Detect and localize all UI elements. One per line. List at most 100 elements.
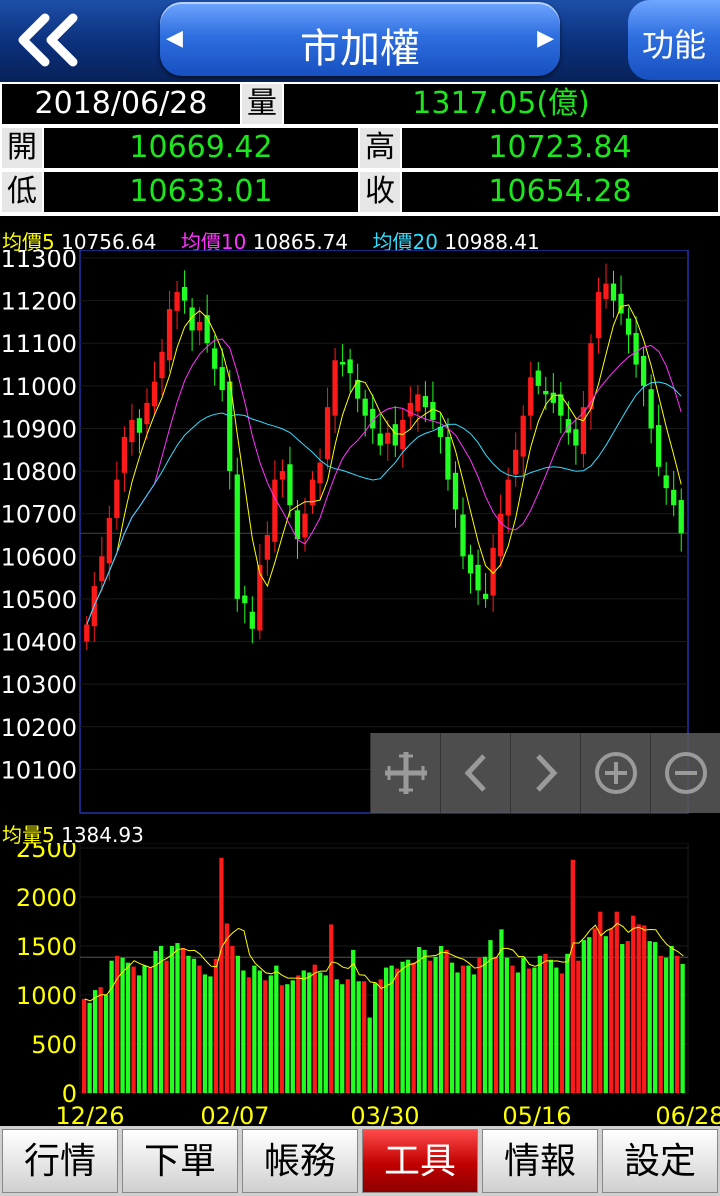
tab-news[interactable]: 情報	[482, 1129, 598, 1193]
volume-bar	[208, 976, 213, 1093]
volume-bar	[532, 967, 537, 1093]
chart-control-bar	[370, 733, 720, 813]
scroll-left-button[interactable]	[440, 733, 511, 813]
volume-bar	[455, 972, 460, 1093]
high-label: 高	[360, 128, 400, 168]
candle-body	[415, 394, 421, 412]
volume-bar	[559, 973, 564, 1093]
price-tick-label: 11300	[1, 250, 77, 273]
volume-bar	[570, 859, 575, 1093]
low-value: 10633.01	[44, 172, 358, 212]
candle-body	[640, 356, 647, 386]
volume-bar	[246, 977, 252, 1093]
candle-body	[656, 425, 662, 467]
volume-bar	[131, 966, 136, 1093]
tab-order[interactable]: 下單	[122, 1129, 238, 1193]
open-value: 10669.42	[44, 128, 358, 168]
chevron-left-icon	[464, 754, 486, 792]
candle-body	[159, 351, 165, 379]
tab-account[interactable]: 帳務	[242, 1129, 358, 1193]
scroll-right-button[interactable]	[510, 733, 581, 813]
back-button[interactable]	[0, 0, 92, 80]
volume-bar	[186, 955, 191, 1093]
candle-body	[257, 564, 263, 631]
crosshair-button[interactable]	[370, 733, 441, 813]
candle-body	[339, 361, 346, 365]
volume-tick-label: 2000	[16, 884, 77, 912]
volume-bar	[592, 928, 597, 1093]
volume-bar	[312, 964, 317, 1093]
candle-body	[475, 564, 481, 591]
price-tick-label: 10900	[1, 415, 77, 443]
tab-tools[interactable]: 工具	[362, 1129, 478, 1193]
volume-bar	[147, 967, 153, 1093]
volume-bar	[609, 928, 614, 1093]
tab-settings[interactable]: 設定	[602, 1129, 718, 1193]
volume-bar	[460, 965, 466, 1093]
volume-bar	[471, 974, 477, 1093]
volume-bar	[664, 957, 669, 1093]
function-button[interactable]: 功能	[628, 0, 720, 80]
candle-body	[422, 396, 429, 408]
candle-body	[678, 500, 684, 534]
volume-bar-chart[interactable]: 2500200015001000500012/26 02/07 03/30 05/16…	[0, 843, 720, 1126]
volume-bar	[466, 965, 471, 1093]
candle-body	[272, 479, 278, 542]
volume-bar	[98, 987, 103, 1093]
volume-bar	[449, 962, 455, 1093]
x-tick-label: 03/30	[350, 1102, 419, 1126]
volume-bar	[510, 965, 515, 1093]
volume-bar	[389, 965, 394, 1093]
volume-bar	[587, 937, 592, 1093]
tab-quotes[interactable]: 行情	[2, 1129, 118, 1193]
zoom-in-button[interactable]	[580, 733, 651, 813]
volume-bar	[438, 946, 444, 1093]
bottom-tab-bar: 行情 下單 帳務 工具 情報 設定	[0, 1126, 720, 1196]
close-label: 收	[360, 172, 400, 212]
price-tick-label: 10600	[1, 543, 77, 571]
volume-bar	[367, 1017, 372, 1093]
candle-body	[212, 348, 218, 369]
crosshair-icon	[385, 752, 427, 794]
volume-bar	[169, 946, 175, 1093]
candle-body	[332, 360, 338, 416]
volume-bar	[241, 970, 246, 1093]
candle-body	[407, 402, 413, 417]
open-label: 開	[2, 128, 42, 168]
volume-bar	[658, 955, 663, 1093]
price-candlestick-chart[interactable]: 11300 11200 11100 11000 10900 10800 10700 10600…	[0, 250, 720, 815]
volume-bar	[82, 998, 87, 1093]
volume-bar	[103, 995, 109, 1093]
volume-bar	[120, 957, 125, 1093]
title-selector[interactable]: ◀ 市加權 ▶	[160, 2, 560, 76]
candle-body	[144, 402, 150, 425]
candle-body	[317, 462, 323, 484]
volume-bar	[504, 957, 510, 1093]
date-value: 2018/06/28	[2, 84, 240, 124]
candle-body	[377, 433, 383, 446]
volume-bar	[158, 946, 164, 1093]
volume-bar	[427, 960, 433, 1093]
candle-body	[573, 429, 579, 446]
candle-body	[528, 377, 534, 416]
volume-bar	[219, 857, 224, 1093]
x-tick-label: 12/26	[55, 1102, 124, 1126]
candle-body	[355, 379, 361, 399]
volume-bar	[268, 975, 273, 1093]
volume-bar	[191, 958, 197, 1093]
candle-body	[505, 479, 511, 516]
volume-bar	[548, 959, 554, 1093]
candle-body	[84, 624, 90, 642]
volume-bar	[647, 941, 652, 1093]
candle-body	[324, 407, 331, 460]
candle-body	[287, 464, 293, 506]
volume-bar	[400, 961, 405, 1093]
volume-bar	[323, 975, 328, 1093]
volume-bar	[87, 1002, 92, 1093]
volume-bar	[373, 983, 378, 1093]
volume-value: 1317.05(億)	[284, 84, 718, 124]
volume-bar	[675, 955, 680, 1093]
next-arrow-icon[interactable]: ▶	[537, 26, 554, 51]
zoom-out-button[interactable]	[650, 733, 720, 813]
volume-bar	[394, 968, 400, 1093]
